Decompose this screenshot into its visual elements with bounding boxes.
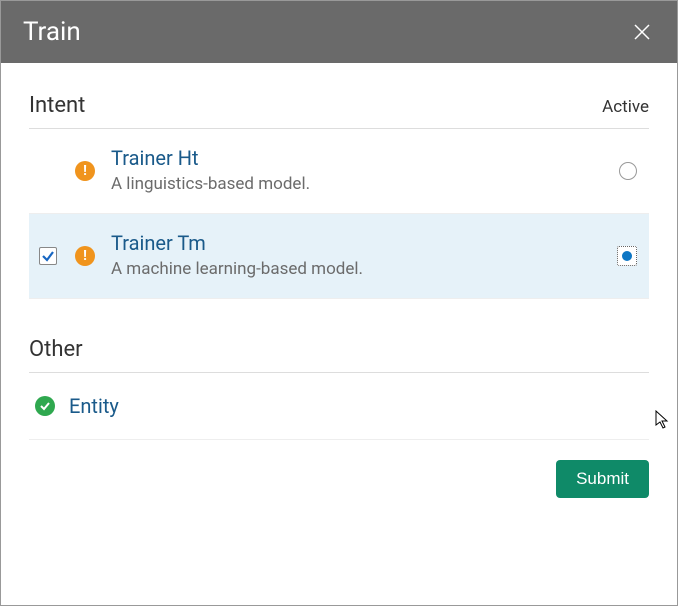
dialog-footer: Submit [29, 440, 649, 498]
dialog-header: Train [1, 1, 677, 63]
check-circle-icon [35, 396, 55, 416]
checkbox-slot [37, 247, 59, 265]
trainer-title: Trainer Ht [111, 145, 603, 171]
warning-icon: ! [75, 246, 95, 266]
active-radio[interactable] [617, 246, 637, 266]
active-radio[interactable] [619, 162, 637, 180]
trainer-row-tm[interactable]: ! Trainer Tm A machine learning-based mo… [29, 214, 649, 299]
row-checkbox[interactable] [39, 247, 57, 265]
dialog-title: Train [23, 17, 81, 47]
intent-active-column-label: Active [602, 97, 649, 117]
dialog-content: Intent Active ! Trainer Ht A linguistics… [1, 63, 677, 605]
close-button[interactable] [629, 19, 655, 45]
intent-section-title: Intent [29, 93, 85, 118]
trainer-row-text: Trainer Ht A linguistics-based model. [111, 145, 603, 197]
other-section-title: Other [29, 337, 83, 362]
intent-section-header: Intent Active [29, 85, 649, 129]
other-row-entity[interactable]: Entity [29, 373, 649, 440]
trainer-desc: A machine learning-based model. [111, 258, 601, 282]
trainer-row-ht[interactable]: ! Trainer Ht A linguistics-based model. [29, 129, 649, 214]
trainer-title: Trainer Tm [111, 230, 601, 256]
trainer-row-text: Trainer Tm A machine learning-based mode… [111, 230, 601, 282]
check-icon [41, 249, 55, 263]
other-section-header: Other [29, 329, 649, 373]
trainer-desc: A linguistics-based model. [111, 173, 603, 197]
other-item-title: Entity [69, 393, 119, 419]
submit-button[interactable]: Submit [556, 460, 649, 498]
warning-icon: ! [75, 161, 95, 181]
close-icon [632, 22, 652, 42]
